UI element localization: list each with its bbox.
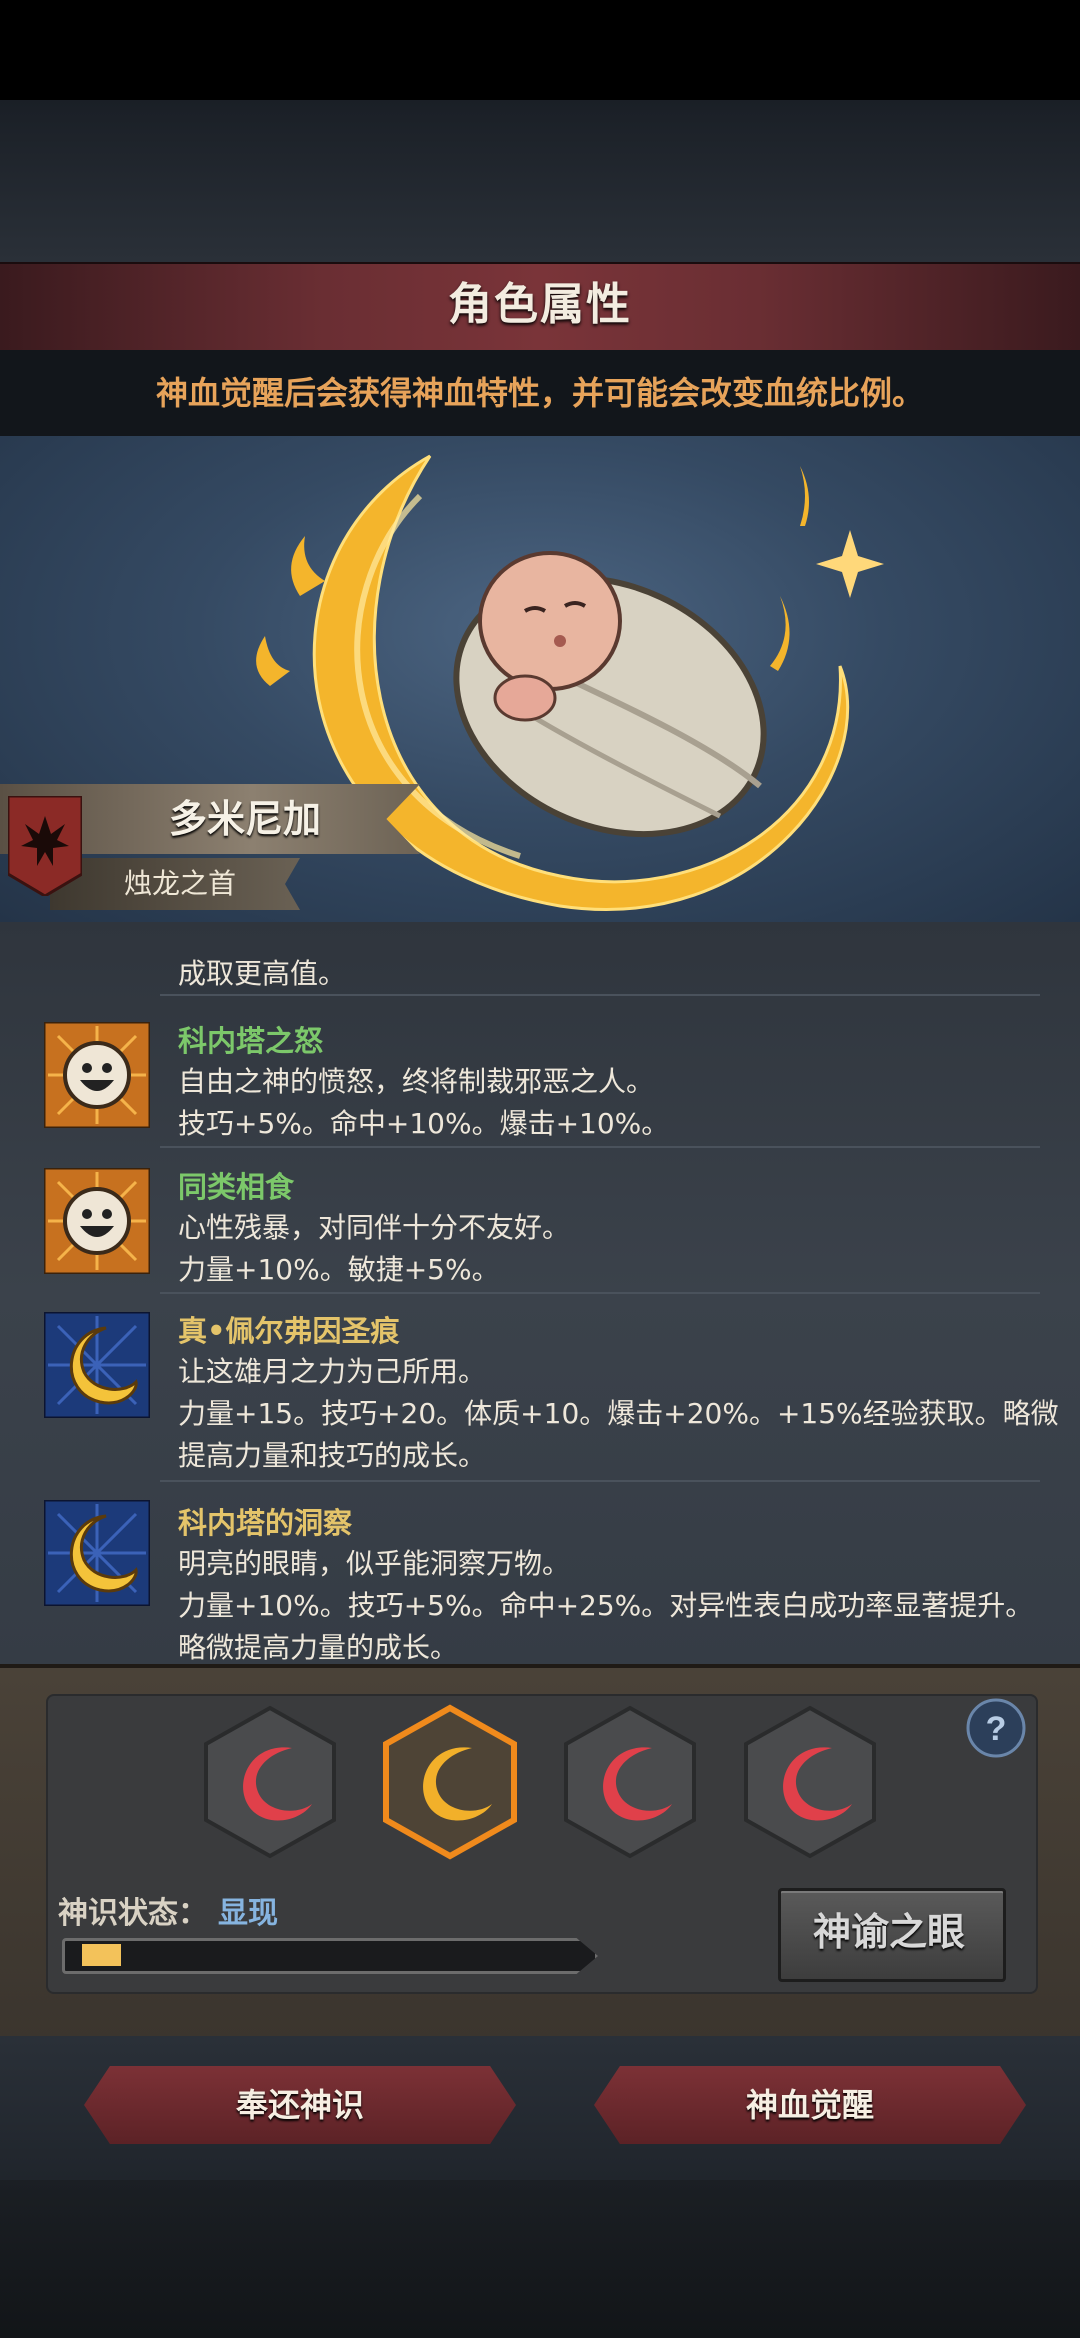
trait-effect: 力量+15。技巧+20。体质+10。爆击+20%。+15%经验获取。略微 bbox=[178, 1397, 1059, 1430]
awakening-progress-fill bbox=[82, 1944, 121, 1966]
character-epithet: 烛龙之首 bbox=[123, 867, 236, 900]
page-subtitle: 神血觉醒后会获得神血特性，并可能会改变血统比例。 bbox=[155, 374, 924, 412]
trait-description: 自由之神的愤怒，终将制裁邪恶之人。 bbox=[178, 1065, 655, 1098]
trait-name: 真•佩尔弗因圣痕 bbox=[178, 1314, 400, 1348]
trait-item: 真•佩尔弗因圣痕 让这雄月之力为己所用。 力量+15。技巧+20。体质+10。爆… bbox=[0, 1302, 1080, 1492]
trait-list[interactable]: 成取更高值。 科内塔之怒 自由之神的愤怒，终将制裁邪恶之人。 技巧+5%。命中+… bbox=[0, 922, 1080, 1664]
divider bbox=[160, 1292, 1040, 1294]
trait-effect: 力量+10%。敏捷+5%。 bbox=[178, 1253, 500, 1286]
bottom-area bbox=[0, 2180, 1080, 2338]
question-icon[interactable]: ? bbox=[966, 1698, 1026, 1758]
divider bbox=[160, 1480, 1040, 1482]
awakening-slot-3[interactable] bbox=[560, 1704, 700, 1860]
trait-item: 同类相食 心性残暴，对同伴十分不友好。 力量+10%。敏捷+5%。 bbox=[0, 1154, 1080, 1304]
divine-blood-awaken-label: 神血觉醒 bbox=[745, 2086, 874, 2124]
svg-text:?: ? bbox=[986, 1710, 1007, 1748]
trait-item: 科内塔之怒 自由之神的愤怒，终将制裁邪恶之人。 技巧+5%。命中+10%。爆击+… bbox=[0, 1006, 1080, 1156]
page-title: 角色属性 bbox=[448, 279, 632, 330]
status-bar-area bbox=[0, 0, 1080, 100]
character-name: 多米尼加 bbox=[168, 797, 321, 841]
header-band bbox=[0, 100, 1080, 262]
awakening-slot-4[interactable] bbox=[740, 1704, 880, 1860]
divider bbox=[160, 994, 1040, 996]
trait-effect-continued: 略微提高力量的成长。 bbox=[178, 1631, 459, 1664]
trait-name: 科内塔之怒 bbox=[178, 1024, 324, 1058]
return-divine-sense-label: 奉还神识 bbox=[235, 2086, 364, 2124]
crescent-moon-icon bbox=[42, 1310, 152, 1420]
trait-effect: 力量+10%。技巧+5%。命中+25%。对异性表白成功率显著提升。 bbox=[178, 1589, 1034, 1622]
sun-face-icon bbox=[42, 1166, 152, 1276]
sun-face-icon bbox=[42, 1020, 152, 1130]
crest-icon bbox=[6, 794, 84, 898]
awakening-slot-2[interactable] bbox=[380, 1704, 520, 1860]
trait-description: 明亮的眼睛，似乎能洞察万物。 bbox=[178, 1547, 571, 1580]
divine-sense-status-label: 神识状态： bbox=[58, 1896, 208, 1931]
trait-text-continued: 成取更高值。 bbox=[178, 957, 347, 990]
trait-item: 科内塔的洞察 明亮的眼睛，似乎能洞察万物。 力量+10%。技巧+5%。命中+25… bbox=[0, 1490, 1080, 1664]
trait-effect: 技巧+5%。命中+10%。爆击+10%。 bbox=[178, 1107, 670, 1140]
trait-effect-continued: 提高力量和技巧的成长。 bbox=[178, 1439, 487, 1472]
trait-description: 心性残暴，对同伴十分不友好。 bbox=[178, 1211, 571, 1244]
trait-description: 让这雄月之力为己所用。 bbox=[178, 1355, 487, 1388]
awakening-slot-1[interactable] bbox=[200, 1704, 340, 1860]
oracle-eye-label: 神谕之眼 bbox=[812, 1910, 965, 1954]
divine-sense-status-value: 显现 bbox=[218, 1896, 278, 1931]
trait-name: 科内塔的洞察 bbox=[178, 1506, 353, 1540]
trait-name: 同类相食 bbox=[178, 1170, 295, 1204]
awakening-progress-bar bbox=[62, 1938, 598, 1974]
divider bbox=[160, 1146, 1040, 1148]
crescent-moon-icon bbox=[42, 1498, 152, 1608]
